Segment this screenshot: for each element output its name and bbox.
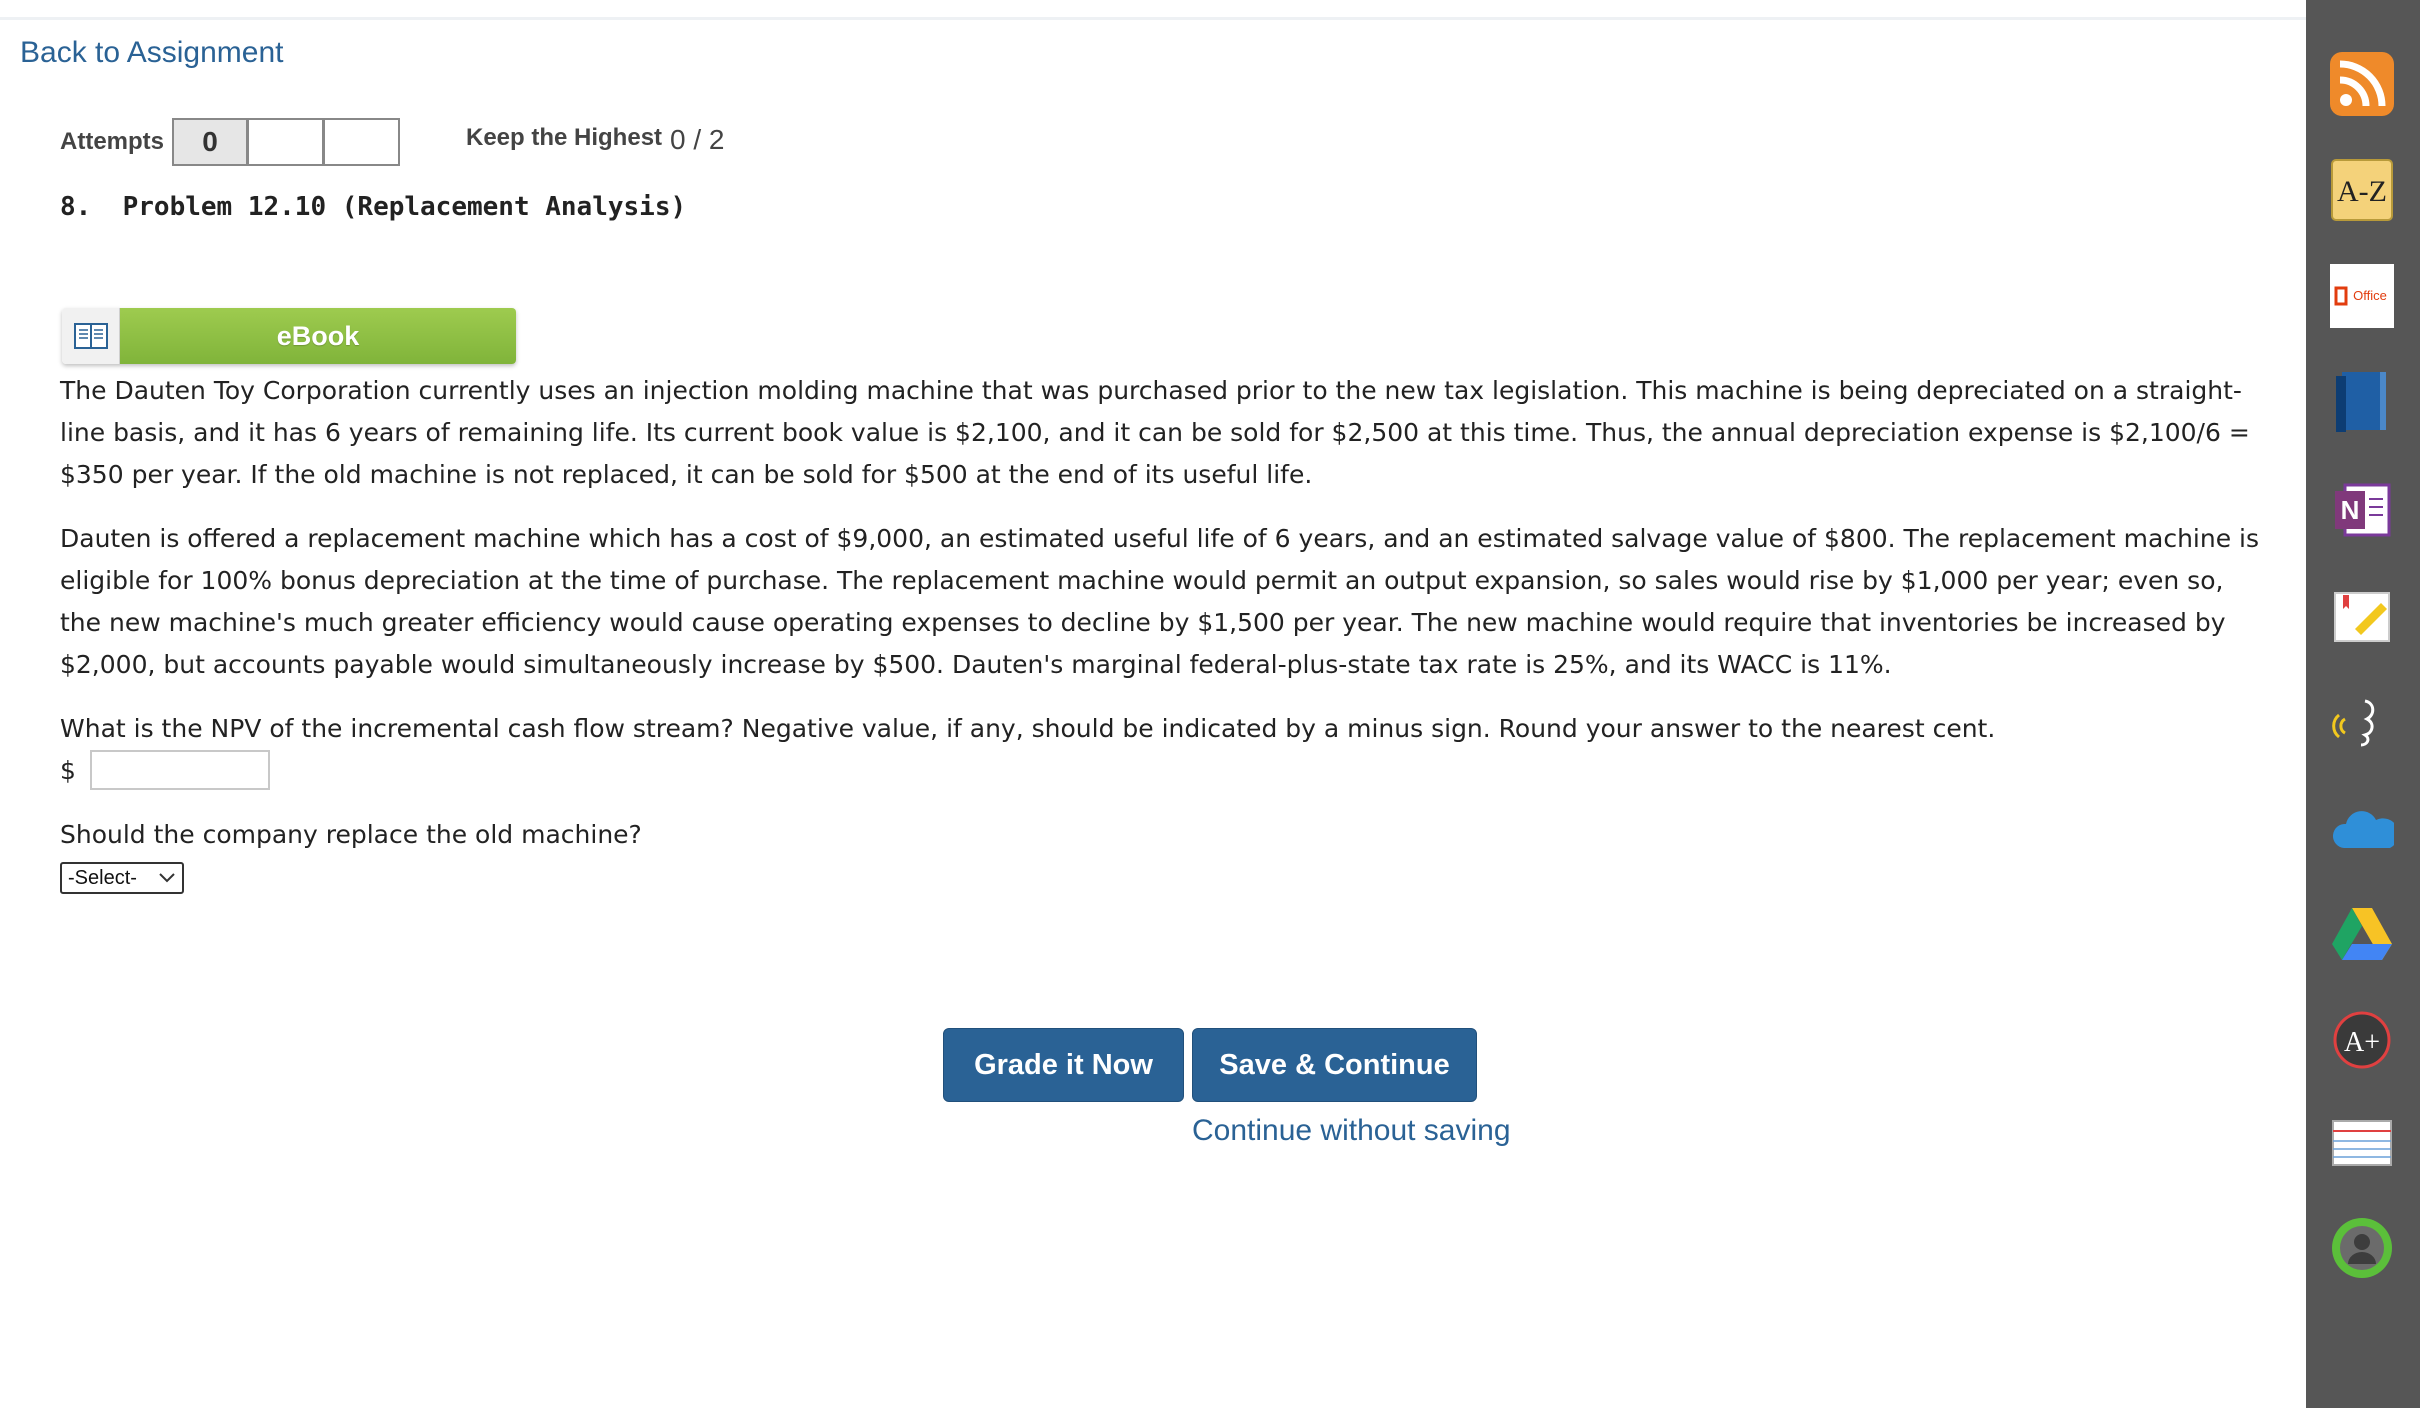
back-to-assignment-link[interactable]: Back to Assignment [20,36,283,70]
continue-without-saving-link[interactable]: Continue without saving [1192,1114,1511,1148]
index-card-icon[interactable] [2330,1112,2394,1176]
npv-input[interactable] [89,750,270,790]
problem-paragraph-2: Dauten is offered a replacement machine … [60,524,2260,679]
save-continue-button[interactable]: Save & Continue [1192,1028,1477,1102]
keep-highest-label: Keep the Highest [466,124,663,151]
top-border [0,0,2306,20]
attempts-label: Attempts [60,128,165,155]
chevron-down-icon [158,867,176,895]
google-drive-icon[interactable] [2330,902,2394,966]
user-avatar-icon[interactable] [2330,1216,2394,1280]
attempt-box-2 [248,118,325,166]
onenote-icon[interactable]: N [2330,478,2394,542]
ebook-label: eBook [120,308,516,364]
grade-it-now-button[interactable]: Grade it Now [943,1028,1184,1102]
notebook-icon[interactable] [2330,370,2394,434]
npv-question: What is the NPV of the incremental cash … [60,714,1996,743]
sticky-note-icon[interactable] [2330,584,2394,648]
text-to-speech-icon[interactable] [2330,690,2394,754]
onedrive-cloud-icon[interactable] [2330,798,2394,862]
select-value: -Select- [68,866,137,889]
tool-sidebar: A-Z Office N A+ [2306,0,2420,1408]
attempt-box-3 [324,118,401,166]
office-icon[interactable]: Office [2330,264,2394,328]
currency-symbol: $ [60,755,76,785]
attempts-row: Attempts 0 [60,118,401,166]
npv-answer-row: $ [60,748,270,792]
problem-paragraph-1: The Dauten Toy Corporation currently use… [60,376,2250,489]
onenote-label: N [2341,495,2360,525]
office-label: Office [2353,288,2387,303]
grade-a-plus-icon[interactable]: A+ [2330,1008,2394,1072]
replace-select[interactable]: -Select- [60,862,184,894]
problem-title: 8. Problem 12.10 (Replacement Analysis) [60,192,687,222]
svg-text:A+: A+ [2344,1027,2380,1058]
rss-icon[interactable] [2330,52,2394,116]
ebook-button[interactable]: eBook [62,308,516,364]
attempt-box-1: 0 [172,118,249,166]
score-value: 0 / 2 [670,124,725,155]
az-label: A-Z [2337,175,2387,208]
book-icon [62,308,120,364]
replace-question: Should the company replace the old machi… [60,820,642,849]
az-dictionary-icon[interactable]: A-Z [2330,158,2394,222]
